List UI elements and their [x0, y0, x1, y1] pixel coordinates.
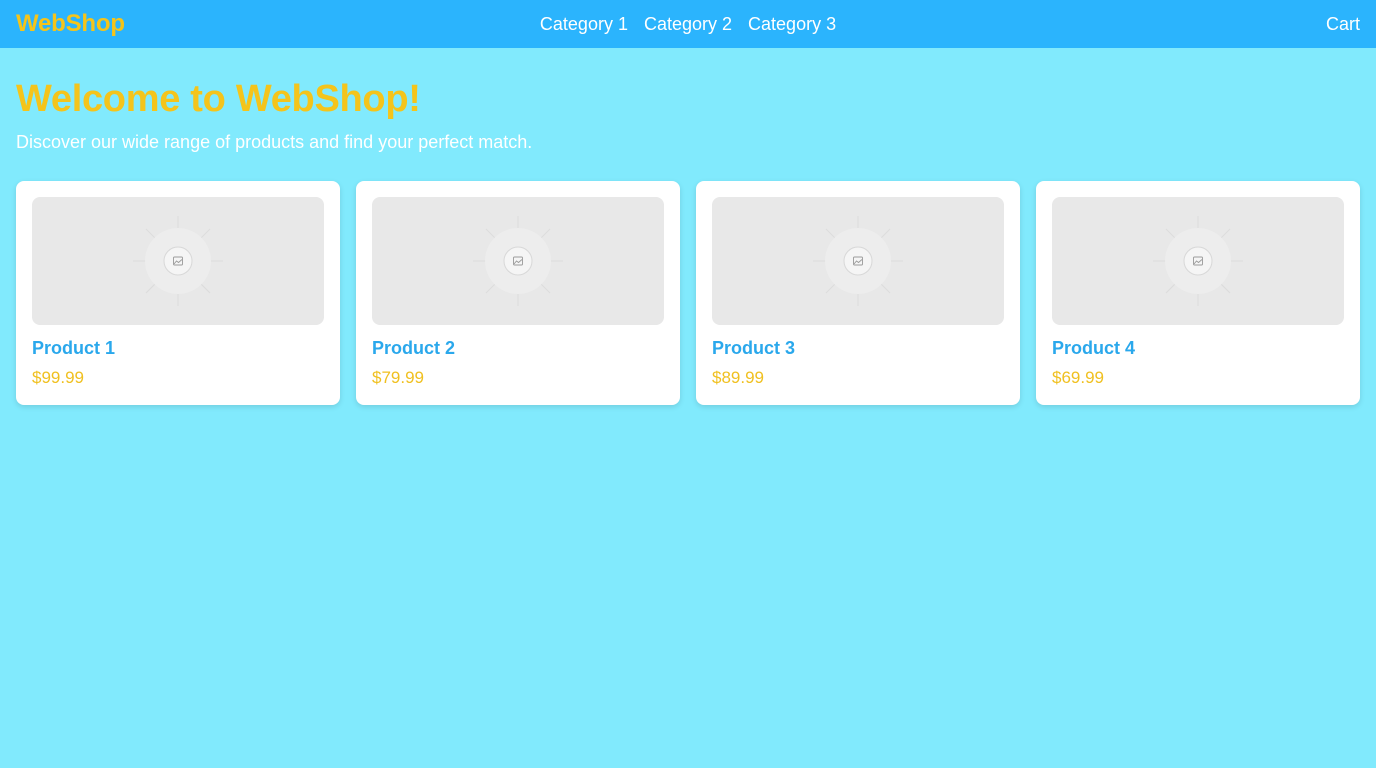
nav-category-2[interactable]: Category 2 — [644, 14, 732, 35]
product-name[interactable]: Product 1 — [32, 338, 324, 359]
category-nav: Category 1 Category 2 Category 3 — [0, 0, 1376, 48]
image-placeholder-icon — [813, 215, 903, 306]
product-price: $89.99 — [712, 367, 764, 387]
cart-link[interactable]: Cart — [1326, 14, 1360, 35]
product-card[interactable]: Product 4 $69.99 — [1036, 180, 1360, 405]
product-image — [712, 196, 1004, 325]
product-image — [32, 196, 324, 325]
product-card[interactable]: Product 2 $79.99 — [356, 180, 680, 405]
page-title: Welcome to WebShop! — [16, 78, 421, 120]
product-image — [372, 196, 664, 325]
nav-category-3[interactable]: Category 3 — [748, 14, 836, 35]
nav-category-1[interactable]: Category 1 — [540, 14, 628, 35]
product-card[interactable]: Product 1 $99.99 — [16, 180, 340, 405]
product-image — [1052, 196, 1344, 325]
page-subtitle: Discover our wide range of products and … — [16, 131, 533, 152]
image-placeholder-icon — [1153, 215, 1243, 306]
product-name[interactable]: Product 2 — [372, 338, 664, 359]
image-placeholder-icon — [473, 215, 563, 306]
product-name[interactable]: Product 3 — [712, 338, 1004, 359]
product-price: $79.99 — [372, 367, 424, 387]
product-grid: Product 1 $99.99 Product 2 $79.99 Produc… — [0, 180, 1376, 405]
product-card[interactable]: Product 3 $89.99 — [696, 180, 1020, 405]
brand-logo-link[interactable]: WebShop — [16, 10, 125, 38]
product-price: $69.99 — [1052, 367, 1104, 387]
top-navbar: WebShop Category 1 Category 2 Category 3… — [0, 0, 1376, 48]
product-price: $99.99 — [32, 367, 84, 387]
product-name[interactable]: Product 4 — [1052, 338, 1344, 359]
hero-section: Welcome to WebShop! Discover our wide ra… — [0, 48, 1376, 153]
image-placeholder-icon — [133, 215, 223, 306]
